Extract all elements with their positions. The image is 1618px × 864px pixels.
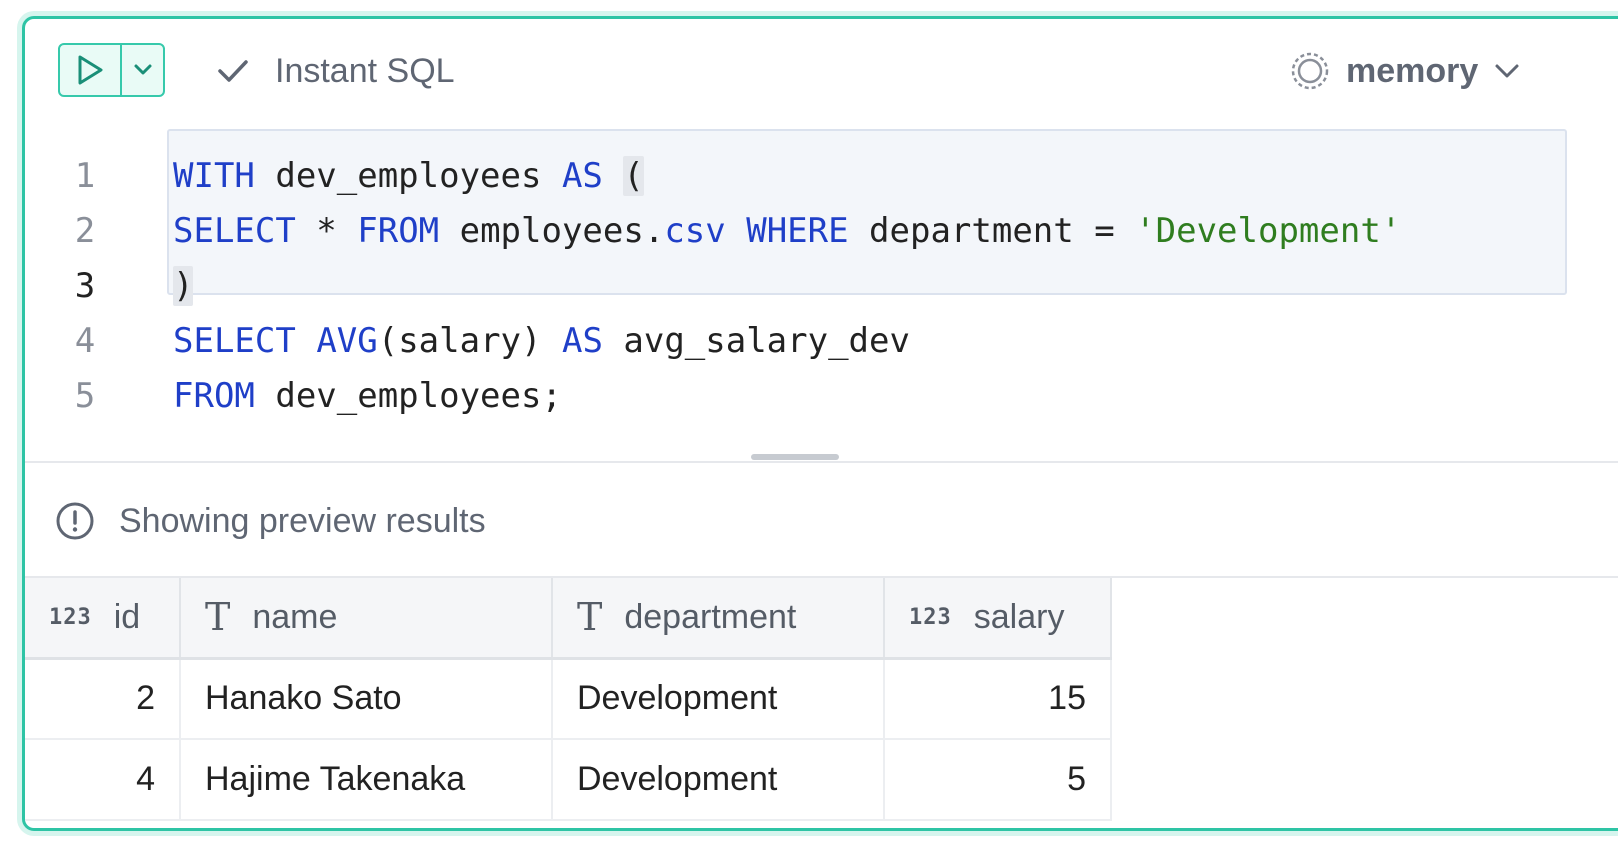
cell-name[interactable]: Hajime Takenaka: [180, 739, 553, 821]
column-header-id[interactable]: 123 id: [25, 578, 181, 660]
sql-keyword: FROM: [357, 211, 440, 251]
sql-token: *: [295, 211, 358, 251]
sql-cell: Instant SQL memory 1 WITH dev_employees A…: [22, 16, 1618, 831]
line-number: 3: [74, 266, 96, 306]
line-number: 5: [74, 376, 96, 416]
code-line[interactable]: 2 SELECT * FROM employees.csv WHERE depar…: [25, 204, 1618, 259]
number-type-icon: 123: [49, 604, 92, 630]
text-type-icon: T: [577, 595, 603, 640]
sql-editor[interactable]: 1 WITH dev_employees AS (2 SELECT * FROM e…: [25, 125, 1618, 455]
database-selector[interactable]: memory: [1290, 51, 1520, 91]
column-header-department[interactable]: Tdepartment: [552, 578, 885, 660]
code-text: FROM dev_employees;: [173, 369, 562, 424]
instant-sql-label: Instant SQL: [275, 51, 455, 90]
sql-keyword: WITH: [173, 156, 255, 196]
cell-id[interactable]: 4: [25, 739, 181, 821]
sql-token: (: [623, 156, 644, 196]
code-line[interactable]: 1 WITH dev_employees AS (: [25, 149, 1618, 204]
cell-salary[interactable]: 15: [884, 658, 1112, 740]
sql-string: 'Development': [1135, 211, 1402, 251]
resize-handle[interactable]: [751, 454, 839, 460]
code-text: SELECT AVG(salary) AS avg_salary_dev: [173, 314, 910, 369]
column-header-salary[interactable]: 123 salary: [884, 578, 1112, 660]
line-number: 2: [74, 211, 96, 251]
editor-results-divider: [25, 461, 1618, 463]
code-line[interactable]: 3): [25, 259, 1618, 314]
sql-token: employees.: [439, 211, 665, 251]
sql-token: ): [173, 266, 194, 306]
info-circle-icon: [56, 502, 94, 540]
sql-keyword: csv: [664, 211, 726, 251]
run-options-dropdown[interactable]: [122, 45, 163, 95]
sql-token: department =: [848, 211, 1136, 251]
play-icon: [78, 55, 103, 85]
dashed-circle-icon: [1291, 52, 1329, 90]
code-text: ): [173, 259, 194, 314]
cell-department[interactable]: Development: [552, 739, 885, 821]
check-icon: [218, 60, 248, 82]
sql-keyword: AVG: [316, 321, 378, 361]
code-line[interactable]: 4 SELECT AVG(salary) AS avg_salary_dev: [25, 314, 1618, 369]
database-label: memory: [1346, 51, 1479, 90]
code-text: SELECT * FROM employees.csv WHERE depart…: [173, 204, 1401, 259]
code-line[interactable]: 5 FROM dev_employees;: [25, 369, 1618, 424]
sql-token: avg_salary_dev: [602, 321, 910, 361]
sql-keyword: SELECT: [173, 211, 296, 251]
line-number: 1: [74, 156, 96, 196]
results-table: 123 id Tname Tdepartment 123 salary 2 Hana…: [25, 578, 1112, 821]
line-number: 4: [74, 321, 96, 361]
number-type-icon: 123: [909, 604, 952, 630]
column-name: id: [113, 597, 141, 636]
sql-keyword: WHERE: [746, 211, 849, 251]
code-text: WITH dev_employees AS (: [173, 149, 644, 204]
sql-keyword: FROM: [173, 376, 255, 416]
sql-token: (salary): [377, 321, 562, 361]
sql-keyword: SELECT: [173, 321, 296, 361]
column-name: name: [252, 597, 338, 636]
sql-keyword: AS: [561, 156, 603, 196]
cell-salary[interactable]: 5: [884, 739, 1112, 821]
cell-id[interactable]: 2: [25, 658, 181, 740]
instant-sql-toggle[interactable]: Instant SQL: [217, 51, 455, 91]
chevron-down-icon: [134, 64, 151, 75]
table-row: 4 Hajime Takenaka Development 5: [25, 739, 1112, 821]
text-type-icon: T: [205, 595, 231, 640]
preview-notice: Showing preview results: [55, 499, 486, 543]
cell-name[interactable]: Hanako Sato: [180, 658, 553, 740]
column-header-name[interactable]: Tname: [180, 578, 553, 660]
sql-keyword: AS: [561, 321, 603, 361]
chevron-down-icon: [1495, 64, 1519, 78]
run-button-group: [58, 43, 165, 97]
cell-department[interactable]: Development: [552, 658, 885, 740]
sql-token: dev_employees;: [254, 376, 562, 416]
run-button[interactable]: [60, 45, 122, 95]
preview-notice-text: Showing preview results: [119, 501, 486, 540]
sql-token: dev_employees: [254, 156, 562, 196]
column-name: department: [624, 597, 797, 636]
table-row: 2 Hanako Sato Development 15: [25, 658, 1112, 740]
column-name: salary: [973, 597, 1065, 636]
